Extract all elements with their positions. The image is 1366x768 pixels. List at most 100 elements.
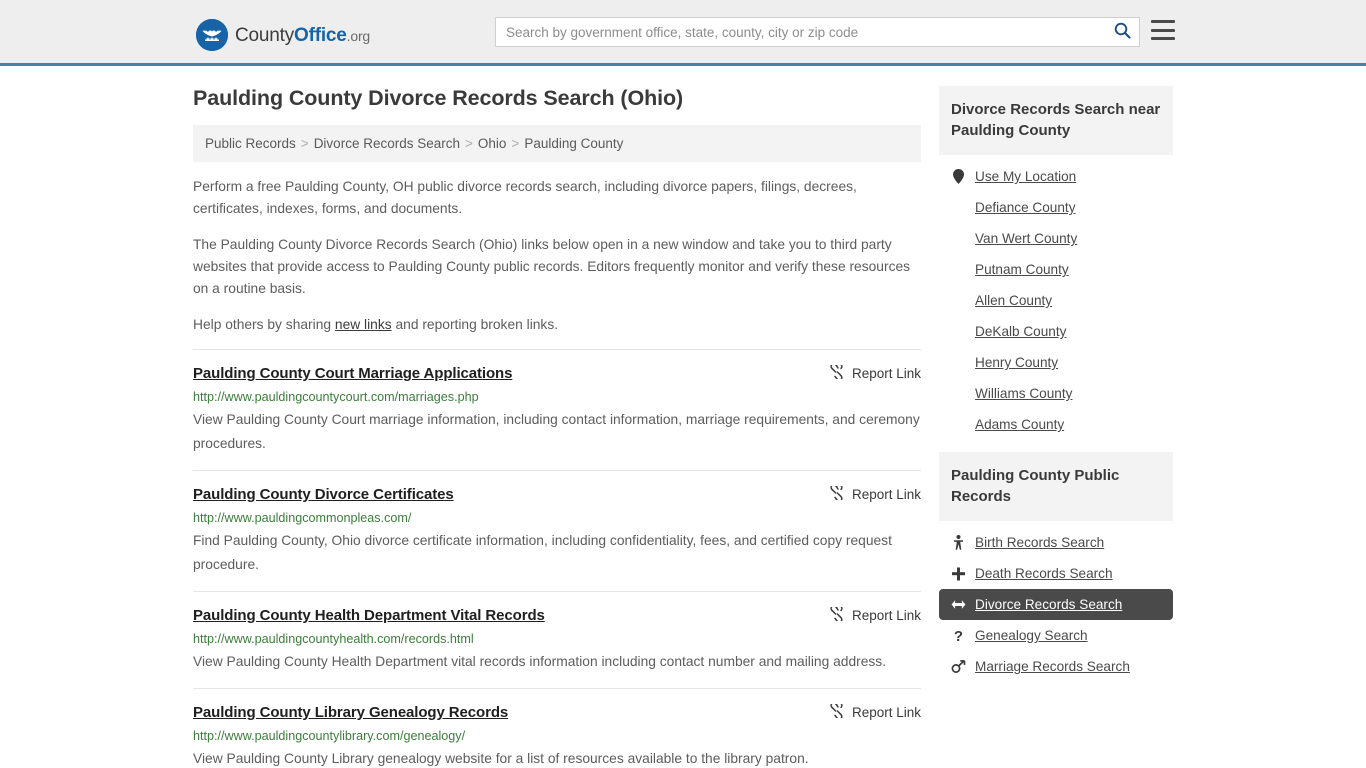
hamburger-menu-icon[interactable] — [1151, 20, 1175, 40]
broken-link-icon — [829, 701, 844, 721]
result-title-link[interactable]: Paulding County Library Genealogy Record… — [193, 704, 508, 722]
sidebar-list-item: DeKalb County — [939, 316, 1173, 347]
sidebar-list-item: ? Genealogy Search — [939, 620, 1173, 651]
sidebar-link-marriage-records-search[interactable]: Marriage Records Search — [939, 651, 1173, 682]
sidebar-link-label: Williams County — [975, 386, 1073, 401]
result-item: Paulding County Court Marriage Applicati… — [193, 349, 921, 470]
new-links-link[interactable]: new links — [335, 317, 392, 332]
breadcrumb-item-public-records[interactable]: Public Records — [205, 136, 296, 151]
report-link-label: Report Link — [851, 704, 921, 720]
broken-link-icon — [829, 363, 844, 382]
result-header: Paulding County Court Marriage Applicati… — [193, 363, 921, 383]
result-url-link[interactable]: http://www.pauldingcommonpleas.com/ — [193, 510, 921, 526]
site-header: CountyOffice.org — [0, 0, 1366, 66]
sidebar-list-item: Williams County — [939, 378, 1173, 409]
site-logo[interactable]: CountyOffice.org — [196, 19, 370, 51]
result-url-link[interactable]: http://www.pauldingcountylibrary.com/gen… — [193, 728, 921, 744]
sidebar-link-label: Adams County — [975, 417, 1065, 432]
hamburger-bar — [1151, 28, 1175, 32]
public-records-list: Birth Records Search Death Records Search… — [939, 521, 1173, 682]
sidebar-link-label: Defiance County — [975, 200, 1076, 215]
sidebar-link-putnam-county[interactable]: Putnam County — [939, 254, 1173, 285]
logo-text-org: .org — [346, 27, 371, 44]
breadcrumb: Public Records > Divorce Records Search > Oh… — [193, 125, 921, 162]
results-list: Paulding County Court Marriage Applicati… — [193, 349, 921, 768]
sidebar-list-item: Defiance County — [939, 192, 1173, 223]
sidebar-list-item: Marriage Records Search — [939, 651, 1173, 682]
sidebar-link-defiance-county[interactable]: Defiance County — [939, 192, 1173, 223]
sidebar-link-allen-county[interactable]: Allen County — [939, 285, 1173, 316]
report-link-button[interactable]: Report Link — [829, 604, 921, 624]
eagle-seal-icon — [196, 19, 228, 51]
report-link-button[interactable]: Report Link — [829, 483, 921, 503]
main-column: Paulding County Divorce Records Search (… — [193, 86, 921, 768]
report-link-button[interactable]: Report Link — [829, 701, 921, 721]
intro-paragraph-1: Perform a free Paulding County, OH publi… — [193, 179, 857, 217]
sidebar-link-label: Use My Location — [975, 169, 1077, 184]
result-url-link[interactable]: http://www.pauldingcountycourt.com/marri… — [193, 389, 921, 405]
nearby-search-card: Divorce Records Search near Paulding Cou… — [939, 86, 1173, 440]
sidebar-list-item: Birth Records Search — [939, 527, 1173, 558]
report-link-label: Report Link — [851, 607, 921, 623]
logo-wordmark: CountyOffice.org — [235, 26, 370, 45]
sidebar-link-adams-county[interactable]: Adams County — [939, 409, 1173, 440]
result-title-link[interactable]: Paulding County Divorce Certificates — [193, 486, 454, 504]
search-button[interactable] — [1105, 18, 1139, 46]
sidebar-list-item: Van Wert County — [939, 223, 1173, 254]
question-mark-icon: ? — [951, 628, 966, 643]
public-records-card: Paulding County Public Records Birth Rec… — [939, 452, 1173, 682]
sidebar-link-label: Henry County — [975, 355, 1059, 370]
sidebar-link-label: Van Wert County — [975, 231, 1078, 246]
nearby-search-heading: Divorce Records Search near Paulding Cou… — [939, 86, 1173, 155]
result-title-link[interactable]: Paulding County Court Marriage Applicati… — [193, 365, 512, 383]
sidebar-link-genealogy-search[interactable]: ? Genealogy Search — [939, 620, 1173, 651]
sidebar-link-williams-county[interactable]: Williams County — [939, 378, 1173, 409]
sidebar-list-item: Henry County — [939, 347, 1173, 378]
sidebar-link-label: Genealogy Search — [975, 628, 1088, 643]
sidebar-link-dekalb-county[interactable]: DeKalb County — [939, 316, 1173, 347]
sidebar-list-item: Allen County — [939, 285, 1173, 316]
result-item: Paulding County Health Department Vital … — [193, 590, 921, 688]
sidebar-link-birth-records-search[interactable]: Birth Records Search — [939, 527, 1173, 558]
breadcrumb-separator: > — [511, 136, 520, 151]
sidebar-link-van-wert-county[interactable]: Van Wert County — [939, 223, 1173, 254]
intro-paragraph-2: The Paulding County Divorce Records Sear… — [193, 236, 911, 297]
result-description: View Paulding County Health Department v… — [193, 654, 887, 670]
search-bar — [495, 17, 1140, 47]
result-item: Paulding County Library Genealogy Record… — [193, 687, 921, 768]
cross-icon — [951, 567, 966, 581]
report-link-button[interactable]: Report Link — [829, 363, 921, 382]
nearby-county-list: Use My Location Defiance County Van Wert C… — [939, 155, 1173, 440]
result-header: Paulding County Library Genealogy Record… — [193, 701, 921, 722]
sidebar-list-item: Putnam County — [939, 254, 1173, 285]
sidebar-link-divorce-records-search[interactable]: Divorce Records Search — [939, 589, 1173, 620]
baby-icon — [951, 535, 966, 550]
result-url-link[interactable]: http://www.pauldingcountyhealth.com/reco… — [193, 631, 921, 647]
map-pin-icon — [951, 169, 966, 184]
result-description: View Paulding County Library genealogy w… — [193, 751, 809, 767]
page-title: Paulding County Divorce Records Search (… — [193, 86, 684, 110]
sidebar-link-death-records-search[interactable]: Death Records Search — [939, 558, 1173, 589]
broken-link-icon — [829, 604, 844, 624]
logo-text-office: Office — [294, 24, 347, 46]
sidebar-link-label: DeKalb County — [975, 324, 1067, 339]
search-input[interactable] — [496, 18, 1105, 46]
help-paragraph: Help others by sharing new links and rep… — [193, 314, 921, 336]
sidebar-link-henry-county[interactable]: Henry County — [939, 347, 1173, 378]
breadcrumb-item-paulding-county[interactable]: Paulding County — [524, 136, 623, 151]
sidebar: Divorce Records Search near Paulding Cou… — [939, 86, 1173, 768]
breadcrumb-item-ohio[interactable]: Ohio — [478, 136, 507, 151]
sidebar-list-item: Death Records Search — [939, 558, 1173, 589]
breadcrumb-separator: > — [465, 136, 473, 151]
sidebar-link-use-my-location[interactable]: Use My Location — [939, 161, 1173, 192]
breadcrumb-item-divorce-records-search[interactable]: Divorce Records Search — [314, 136, 460, 151]
left-right-arrow-icon — [951, 599, 966, 610]
public-records-heading: Paulding County Public Records — [939, 452, 1173, 521]
result-title-link[interactable]: Paulding County Health Department Vital … — [193, 607, 545, 625]
breadcrumb-separator: > — [300, 136, 309, 151]
sidebar-link-label: Marriage Records Search — [975, 659, 1130, 674]
sidebar-link-label: Allen County — [975, 293, 1053, 308]
search-icon — [1114, 22, 1131, 42]
help-prefix: Help others by sharing — [193, 316, 335, 332]
sidebar-list-item: Use My Location — [939, 161, 1173, 192]
